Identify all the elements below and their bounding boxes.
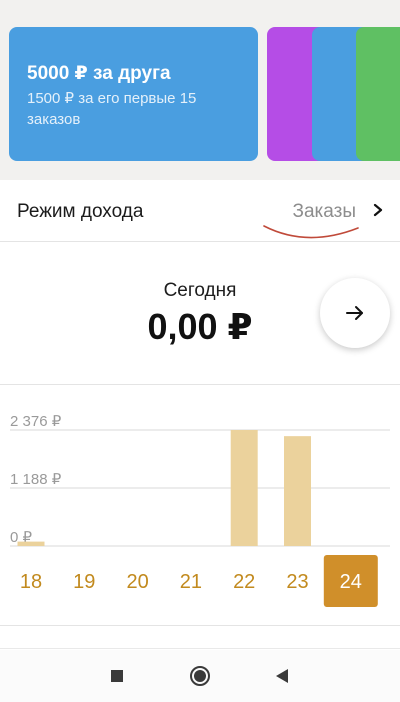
promo-subtitle: 1500 ₽ за его первые 15 заказов	[27, 90, 197, 128]
promo-card-green[interactable]	[356, 27, 400, 161]
x-tick-label[interactable]: 22	[233, 571, 255, 593]
stop-square-icon	[111, 670, 123, 682]
chart-bar	[17, 541, 45, 546]
footer-spacer	[0, 627, 400, 649]
promo-title: 5000 ₽ за друга	[27, 63, 171, 84]
system-nav-bar	[0, 650, 400, 702]
x-tick-label[interactable]: 23	[286, 571, 308, 593]
x-tick-label[interactable]: 18	[20, 571, 42, 593]
home-circle-icon	[190, 666, 210, 686]
x-tick-label[interactable]: 24	[340, 571, 362, 593]
nav-recent-button[interactable]	[105, 664, 129, 688]
next-button[interactable]	[320, 278, 390, 348]
y-tick-label: 1 188 ₽	[10, 471, 62, 488]
arrow-right-icon	[346, 306, 363, 320]
x-tick-label[interactable]: 20	[126, 571, 148, 593]
income-mode-label: Режим дохода	[17, 200, 144, 222]
x-tick-label[interactable]: 21	[180, 571, 202, 593]
y-tick-label: 2 376 ₽	[10, 413, 62, 430]
nav-home-button[interactable]	[188, 664, 212, 688]
promo-carousel[interactable]: 5000 ₽ за друга 1500 ₽ за его первые 15 …	[0, 0, 400, 180]
today-summary: Сегодня 0,00 ₽	[0, 243, 400, 385]
promo-card-referral[interactable]: 5000 ₽ за друга 1500 ₽ за его первые 15 …	[9, 27, 258, 161]
earnings-chart-svg: 2 376 ₽1 188 ₽0 ₽18 19 20 21 22 23 24	[10, 413, 390, 607]
x-tick-label[interactable]: 19	[73, 571, 95, 593]
nav-back-button[interactable]	[270, 664, 294, 688]
chart-bar	[284, 436, 311, 546]
back-triangle-icon	[276, 669, 288, 683]
income-mode-value[interactable]: Заказы	[293, 201, 357, 223]
chart-bar	[230, 430, 258, 546]
earnings-chart: 2 376 ₽1 188 ₽0 ₽18 19 20 21 22 23 24	[0, 386, 400, 626]
chevron-right-icon[interactable]	[372, 199, 386, 221]
